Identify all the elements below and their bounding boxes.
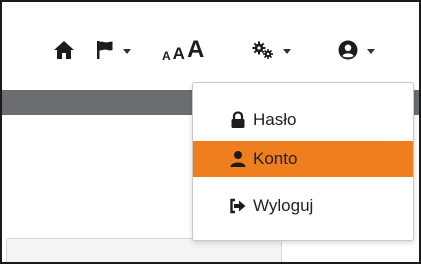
top-navbar: A A A [2, 2, 419, 90]
lock-icon [231, 111, 245, 128]
user-dropdown-menu: Hasło Konto Wyloguj [192, 82, 414, 241]
menu-item-logout[interactable]: Wyloguj [193, 188, 413, 224]
chevron-down-icon [123, 48, 131, 54]
app-window: A A A Hasło Konto Wyloguj [0, 0, 421, 264]
font-size-controls: A A A [162, 36, 204, 63]
language-dropdown[interactable] [96, 38, 131, 62]
chevron-down-icon [283, 48, 291, 54]
flag-icon [97, 41, 113, 59]
menu-item-label: Hasło [253, 110, 297, 129]
home-icon [54, 41, 74, 59]
sign-out-icon [230, 198, 246, 214]
font-size-small-button[interactable]: A [162, 50, 171, 62]
home-button[interactable] [53, 38, 75, 62]
content-panel [6, 238, 282, 262]
user-dropdown[interactable] [338, 38, 375, 62]
cogs-icon [252, 41, 273, 59]
chevron-down-icon [367, 48, 375, 54]
menu-item-label: Wyloguj [253, 196, 314, 215]
settings-dropdown[interactable] [252, 38, 291, 62]
menu-item-account[interactable]: Konto [193, 141, 413, 177]
font-size-medium-button[interactable]: A [173, 45, 185, 62]
user-circle-icon [338, 40, 358, 60]
menu-item-password[interactable]: Hasło [193, 102, 413, 138]
font-size-large-button[interactable]: A [187, 38, 204, 62]
menu-item-label: Konto [253, 149, 298, 168]
user-icon [230, 151, 246, 167]
